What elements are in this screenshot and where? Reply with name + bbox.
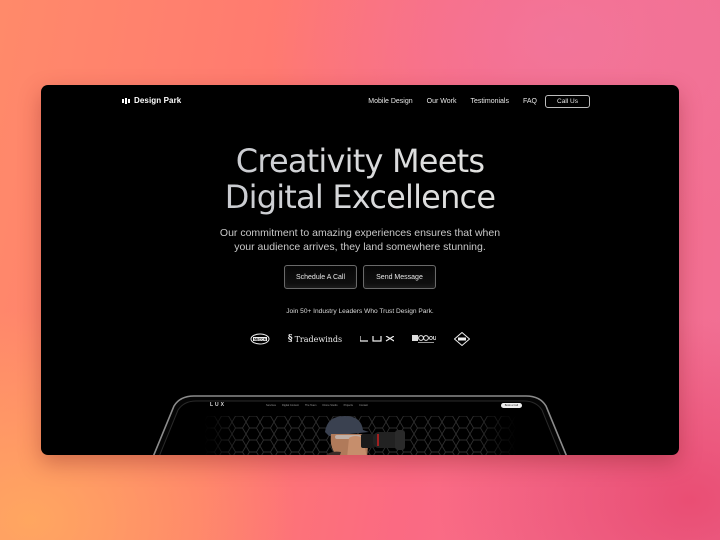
brand[interactable]: Design Park xyxy=(122,96,181,105)
mockup-nav-link: Digital Content xyxy=(281,403,299,407)
hero-subtitle-line-1: Our commitment to amazing experiences en… xyxy=(219,227,501,239)
mockup-nav-link: The Team xyxy=(304,403,317,407)
nav-link-faq[interactable]: FAQ xyxy=(523,98,537,105)
hero-subtitle: Our commitment to amazing experiences en… xyxy=(41,226,679,254)
nav-link-mobile-design[interactable]: Mobile Design xyxy=(368,98,412,105)
call-us-button[interactable]: Call Us xyxy=(545,95,590,108)
navbar: Design Park Mobile Design Our Work Testi… xyxy=(41,85,679,119)
go-out-mark-icon: OUT xyxy=(412,335,436,343)
nav-links: Mobile Design Our Work Testimonials FAQ … xyxy=(368,95,590,108)
design-park-logo-icon xyxy=(122,97,130,104)
hero-subtitle-line-2: your audience arrives, they land somewhe… xyxy=(234,241,486,253)
hero-title-line-2: Digital Excellence xyxy=(41,179,679,215)
trust-text: Join 50+ Industry Leaders Who Trust Desi… xyxy=(286,308,434,315)
nav-link-our-work[interactable]: Our Work xyxy=(427,98,457,105)
mockup-nav-link: Services xyxy=(266,403,276,407)
mockup-nav-link: Contact xyxy=(358,403,368,407)
mockup-nav-link: Projects xyxy=(343,403,353,407)
schedule-call-button[interactable]: Schedule A Call xyxy=(284,265,357,289)
mockup-brand: LUX xyxy=(210,402,226,408)
svg-text:NECCA: NECCA xyxy=(254,337,267,341)
diamond-emblem-logo xyxy=(454,332,471,346)
necca-badge-icon: NECCA xyxy=(250,333,270,345)
mockup-nav-link: Drone Studio xyxy=(322,403,338,407)
cta-row: Schedule A Call Send Message xyxy=(41,265,679,289)
nav-link-testimonials[interactable]: Testimonials xyxy=(470,98,509,105)
hero-title-line-1: Creativity Meets xyxy=(41,143,679,179)
mockup-cta-button: Book a Call xyxy=(500,402,522,408)
client-logos: NECCA § Tradewinds OUT xyxy=(41,332,679,346)
mockup-nav-links: Services Digital Content The Team Drone … xyxy=(266,404,368,407)
tradewinds-logo: § Tradewinds xyxy=(288,334,342,344)
send-message-button[interactable]: Send Message xyxy=(363,265,436,289)
go-out-logo: OUT xyxy=(412,334,436,344)
hero-title: Creativity Meets Digital Excellence xyxy=(41,143,679,215)
svg-text:OUT: OUT xyxy=(429,336,436,342)
website-preview: Design Park Mobile Design Our Work Testi… xyxy=(41,85,679,455)
lux-wordmark-icon xyxy=(360,336,395,342)
tradewinds-mark-icon: § xyxy=(287,334,293,344)
tradewinds-wordmark: Tradewinds xyxy=(294,334,343,344)
photographer-image xyxy=(325,416,405,455)
diamond-emblem-icon xyxy=(454,332,471,346)
necca-logo: NECCA xyxy=(250,333,270,345)
device-mockup: LUX Services Digital Content The Team Dr… xyxy=(144,394,576,455)
lux-logo xyxy=(360,336,395,342)
brand-name: Design Park xyxy=(134,96,182,105)
